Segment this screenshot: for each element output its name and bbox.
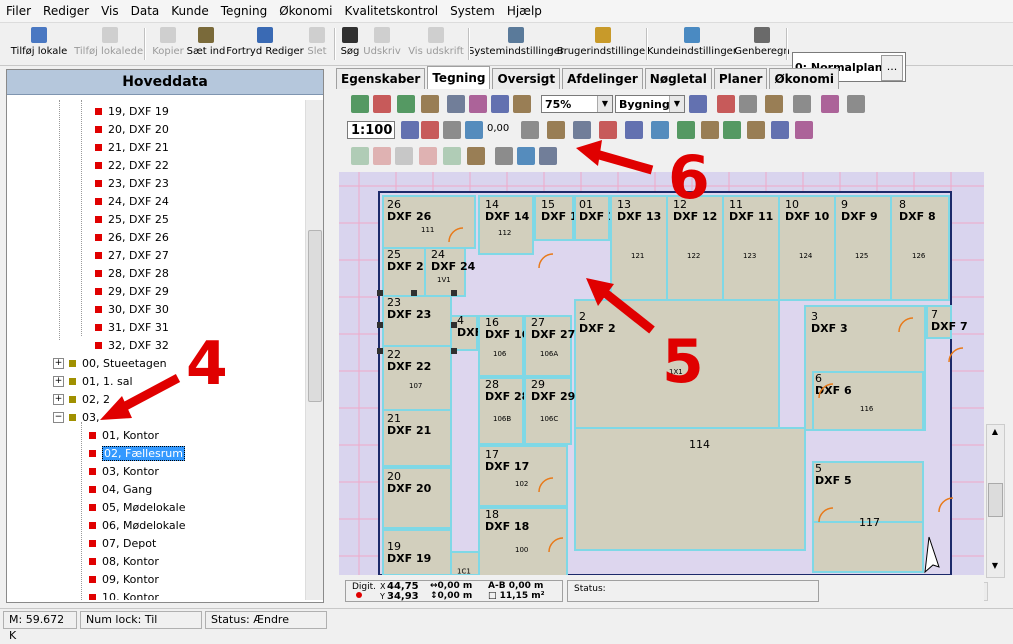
annotation-overlay: [100, 140, 655, 420]
callout-6: 6: [668, 143, 710, 213]
arrow-6: [576, 140, 654, 175]
arrow-4: [100, 374, 181, 420]
callout-5: 5: [662, 327, 704, 397]
arrow-5: [586, 278, 655, 334]
callout-4: 4: [186, 329, 228, 399]
